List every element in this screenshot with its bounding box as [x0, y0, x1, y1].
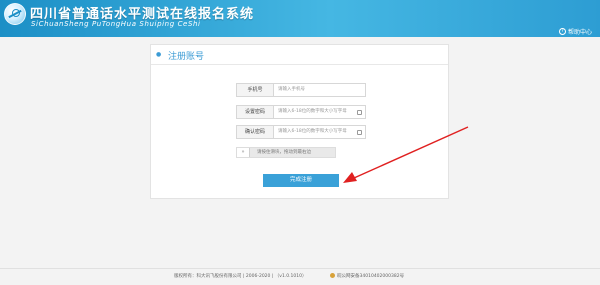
- card-title: 注册账号: [168, 52, 205, 62]
- footer-copyright: 版权所有：科大讯飞股份有限公司 | 2006-2020 | （v1.0.1010…: [174, 274, 307, 279]
- confirm-password-placeholder: 请输入6-18位的数字和大小写字母: [278, 129, 347, 134]
- complete-register-button[interactable]: 完成注册: [263, 174, 339, 187]
- user-icon: ●: [156, 51, 162, 58]
- app-subtitle: SiChuanSheng PuTongHua Shuiping CeShi: [31, 20, 201, 28]
- slider-handle[interactable]: »: [237, 148, 250, 157]
- logo-icon: [4, 3, 26, 25]
- help-center-link[interactable]: ? 帮助中心: [558, 27, 592, 36]
- confirm-password-row: 确认密码 请输入6-18位的数字和大小写字母: [236, 125, 366, 139]
- confirm-password-label: 确认密码: [236, 125, 274, 139]
- slide-verify[interactable]: » 请按住滑块，拖动到最右边: [236, 147, 336, 158]
- phone-row: 手机号 请输入手机号: [236, 83, 366, 97]
- help-center-label: 帮助中心: [567, 29, 592, 36]
- password-placeholder: 请输入6-18位的数字和大小写字母: [278, 109, 347, 114]
- police-badge-icon: [330, 273, 335, 278]
- register-card: ● 注册账号 手机号 请输入手机号 设置密码 请输入6-18位的数字和大小写字母…: [150, 44, 449, 199]
- phone-label: 手机号: [236, 83, 274, 97]
- help-icon: ?: [558, 28, 566, 35]
- password-row: 设置密码 请输入6-18位的数字和大小写字母: [236, 105, 366, 119]
- password-input[interactable]: 请输入6-18位的数字和大小写字母: [274, 105, 366, 119]
- card-header: ● 注册账号: [151, 45, 448, 65]
- password-toggle-icon[interactable]: [357, 110, 362, 115]
- confirm-password-input[interactable]: 请输入6-18位的数字和大小写字母: [274, 125, 366, 139]
- confirm-password-toggle-icon[interactable]: [357, 130, 362, 135]
- footer-record-link[interactable]: 皖公网安备34010402000382号: [337, 273, 404, 279]
- slider-hint: 请按住滑块，拖动到最右边: [257, 150, 311, 155]
- password-label: 设置密码: [236, 105, 274, 119]
- phone-input[interactable]: 请输入手机号: [274, 83, 366, 97]
- footer: 版权所有：科大讯飞股份有限公司 | 2006-2020 | （v1.0.1010…: [0, 268, 600, 285]
- header-bar: 四川省普通话水平测试在线报名系统 SiChuanSheng PuTongHua …: [0, 0, 600, 37]
